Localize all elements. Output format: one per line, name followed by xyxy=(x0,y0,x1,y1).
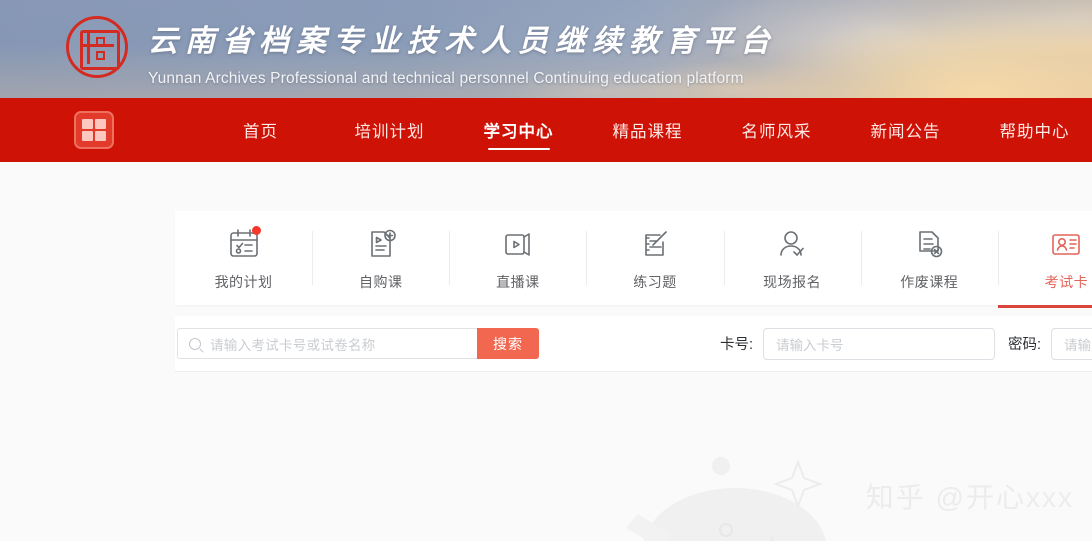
live-video-icon xyxy=(499,224,537,264)
user-check-icon xyxy=(774,224,810,264)
watermark-illustration xyxy=(626,457,826,541)
watermark-text: 知乎 @开心xxx xyxy=(865,482,1074,513)
tab-void-courses[interactable]: 作废课程 xyxy=(860,211,998,305)
tab-exercises[interactable]: 练习题 xyxy=(586,211,723,305)
brand-block: 云南省档案专业技术人员继续教育平台 Yunnan Archives Profes… xyxy=(66,12,777,88)
site-banner: 云南省档案专业技术人员继续教育平台 Yunnan Archives Profes… xyxy=(0,0,1092,98)
tab-label: 作废课程 xyxy=(900,274,959,290)
document-play-add-icon xyxy=(363,224,399,264)
password-label: 密码: xyxy=(1008,337,1042,353)
tab-my-plan[interactable]: 我的计划 xyxy=(175,211,312,305)
exercise-pencil-icon xyxy=(637,224,673,264)
nav-item-teachers[interactable]: 名师风采 xyxy=(712,98,841,162)
yunnan-archives-seal-icon xyxy=(66,16,128,78)
page-root: 云南省档案专业技术人员继续教育平台 Yunnan Archives Profes… xyxy=(0,0,1092,541)
id-card-icon xyxy=(1047,224,1085,264)
nav-item-home[interactable]: 首页 xyxy=(196,98,325,162)
tab-label: 练习题 xyxy=(633,274,677,290)
search-placeholder: 请输入考试卡号或试卷名称 xyxy=(210,337,376,353)
search-icon xyxy=(189,337,201,350)
tab-live-class[interactable]: 直播课 xyxy=(449,211,586,305)
tab-onsite-registration[interactable]: 现场报名 xyxy=(723,211,861,305)
calendar-check-icon xyxy=(226,224,262,264)
study-center-tab-card: 我的计划 自购课 直播课 练习题 现场报名 作废课程 考试卡 xyxy=(175,211,1092,308)
search-filter-bar: 请输入考试卡号或试卷名称 搜索 卡号: 请输入卡号 密码: 请输 xyxy=(175,316,1092,372)
nav-item-help[interactable]: 帮助中心 xyxy=(970,98,1092,162)
notification-badge xyxy=(251,226,261,235)
document-cancel-icon xyxy=(911,224,947,264)
tab-label: 现场报名 xyxy=(763,274,822,290)
site-title-en: Yunnan Archives Professional and technic… xyxy=(148,70,744,87)
card-number-input[interactable]: 请输入卡号 xyxy=(763,327,996,360)
password-group: 密码: 请输 xyxy=(1008,327,1092,360)
tab-label: 考试卡 xyxy=(1044,274,1089,290)
tab-label: 我的计划 xyxy=(214,274,273,290)
nav-item-study-center[interactable]: 学习中心 xyxy=(454,98,583,162)
nav-item-courses[interactable]: 精品课程 xyxy=(583,98,712,162)
card-number-group: 卡号: 请输入卡号 xyxy=(720,327,996,360)
search-button[interactable]: 搜索 xyxy=(477,328,539,359)
site-title-cn: 云南省档案专业技术人员继续教育平台 xyxy=(148,25,777,58)
password-placeholder: 请输 xyxy=(1064,337,1092,353)
search-group: 请输入考试卡号或试卷名称 搜索 xyxy=(177,328,539,359)
nav-item-news[interactable]: 新闻公告 xyxy=(841,98,970,162)
card-number-label: 卡号: xyxy=(720,337,754,353)
tab-list: 我的计划 自购课 直播课 练习题 现场报名 作废课程 考试卡 xyxy=(175,211,1092,308)
tab-self-purchased[interactable]: 自购课 xyxy=(312,211,449,305)
nav-item-training[interactable]: 培训计划 xyxy=(325,98,454,162)
tab-exam-card[interactable]: 考试卡 xyxy=(997,211,1092,308)
seal-logo-icon[interactable] xyxy=(74,111,114,149)
nav-item-list: 首页 培训计划 学习中心 精品课程 名师风采 新闻公告 帮助中心 xyxy=(196,98,1092,162)
card-number-placeholder: 请输入卡号 xyxy=(776,337,844,353)
password-input[interactable]: 请输 xyxy=(1051,327,1092,360)
tab-label: 自购课 xyxy=(358,274,403,290)
banner-titles: 云南省档案专业技术人员继续教育平台 Yunnan Archives Profes… xyxy=(148,12,777,88)
search-input[interactable]: 请输入考试卡号或试卷名称 xyxy=(177,328,477,359)
tab-label: 直播课 xyxy=(496,274,540,290)
